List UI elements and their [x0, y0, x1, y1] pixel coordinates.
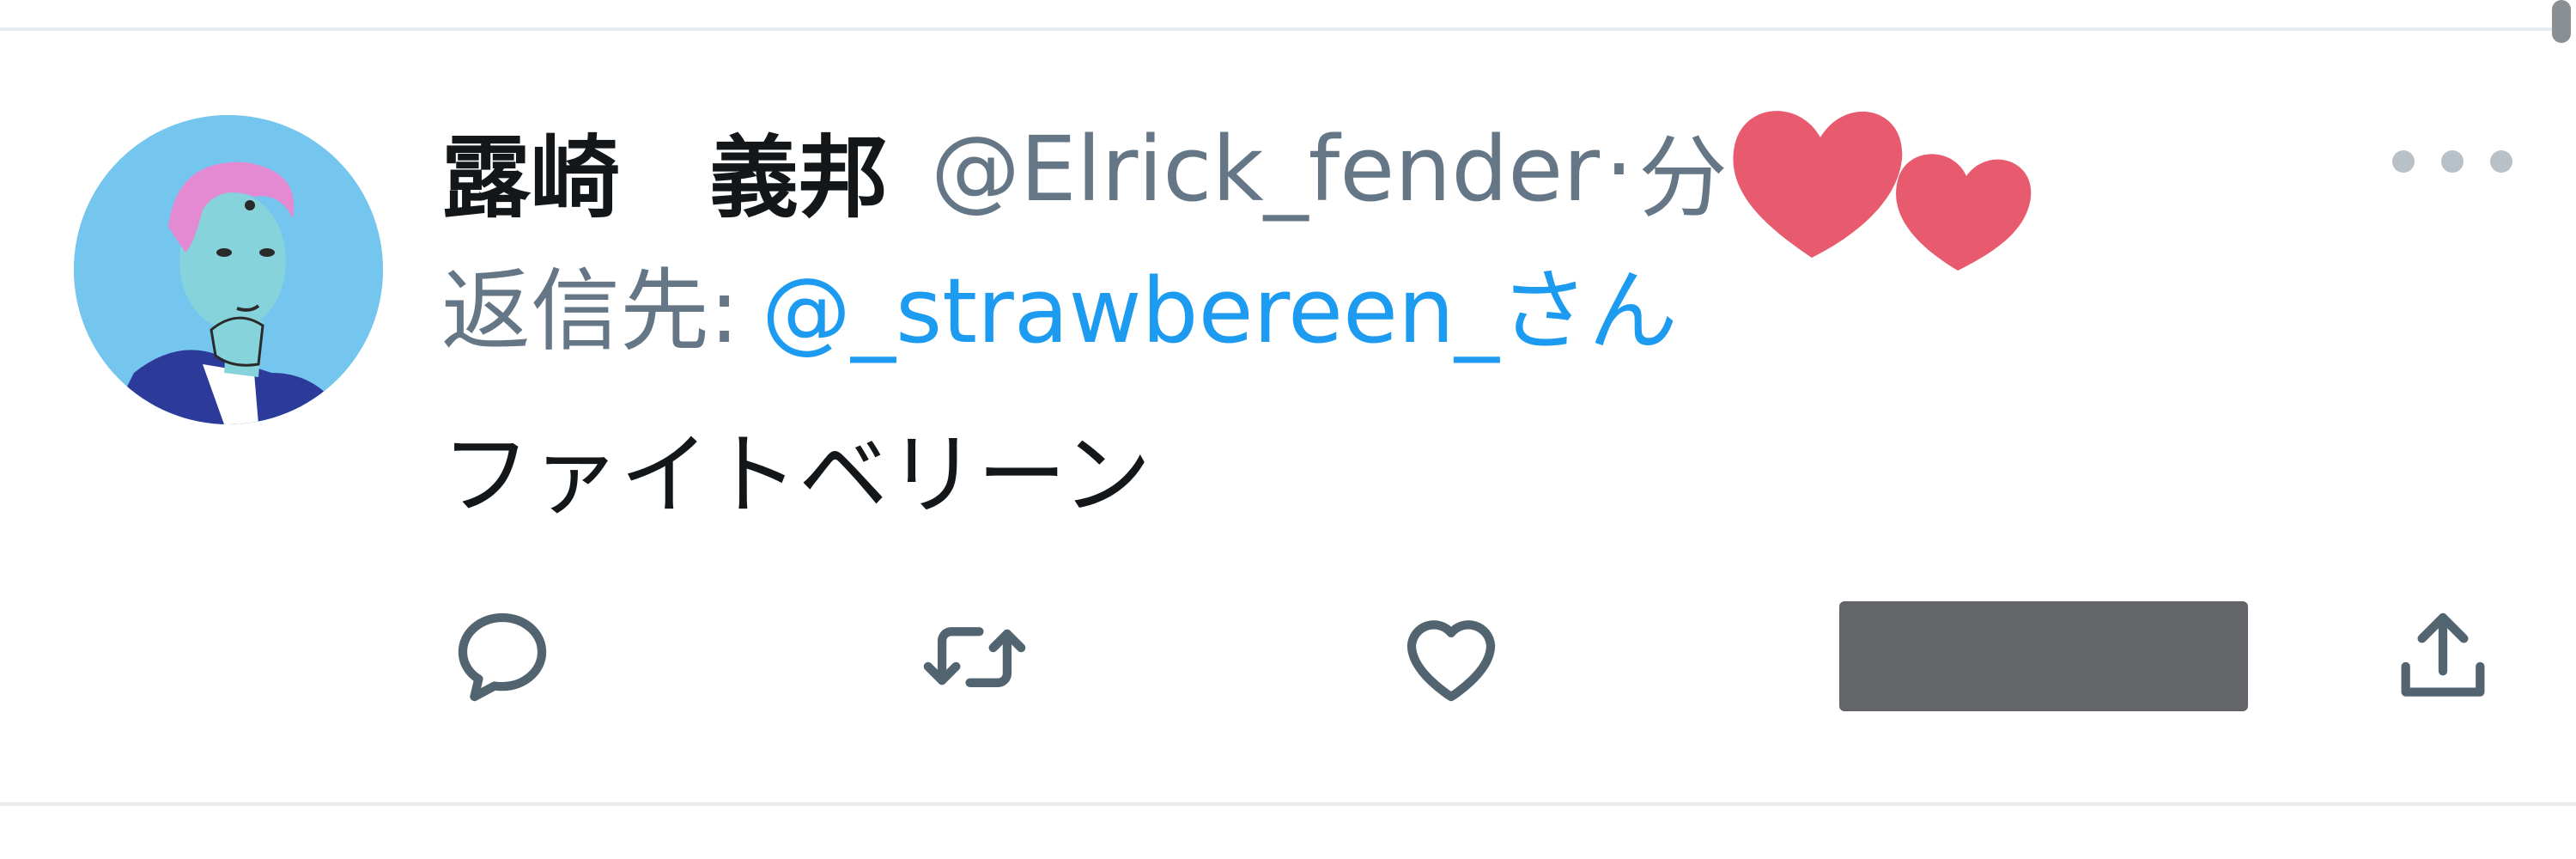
separator-dot: ·	[1604, 117, 1634, 222]
tweet-header: 露崎 義邦 @Elrick_fender · 分	[441, 113, 1728, 230]
retweet-button[interactable]	[910, 593, 1039, 722]
reply-button[interactable]	[438, 593, 567, 722]
reply-icon	[458, 612, 547, 702]
heart-sticker-icon	[1733, 111, 2032, 271]
scrollbar[interactable]	[2552, 0, 2571, 43]
tweet-text: ファイトベリーン	[441, 423, 1151, 527]
heart-icon	[1406, 620, 1496, 702]
avatar[interactable]	[74, 115, 383, 424]
reply-context: 返信先: @_strawbereen_さん	[441, 251, 1678, 363]
timestamp[interactable]: 分	[1638, 105, 1728, 235]
share-button[interactable]	[2379, 593, 2507, 722]
avatar-illustration	[74, 115, 383, 424]
user-handle[interactable]: @Elrick_fender	[931, 117, 1600, 222]
share-icon	[2401, 612, 2485, 697]
reply-target-link[interactable]: @_strawbereen_さん	[762, 238, 1678, 368]
reply-label: 返信先:	[441, 258, 740, 363]
more-dot	[2490, 150, 2512, 173]
top-divider	[0, 27, 2557, 31]
like-button[interactable]	[1387, 593, 1516, 722]
more-options-button[interactable]	[2392, 136, 2512, 187]
bottom-divider	[0, 802, 2576, 806]
more-dot	[2441, 150, 2464, 173]
display-name[interactable]: 露崎 義邦	[441, 105, 888, 235]
redacted-area	[1839, 601, 2248, 711]
more-dot	[2392, 150, 2415, 173]
retweet-icon	[923, 627, 1026, 687]
